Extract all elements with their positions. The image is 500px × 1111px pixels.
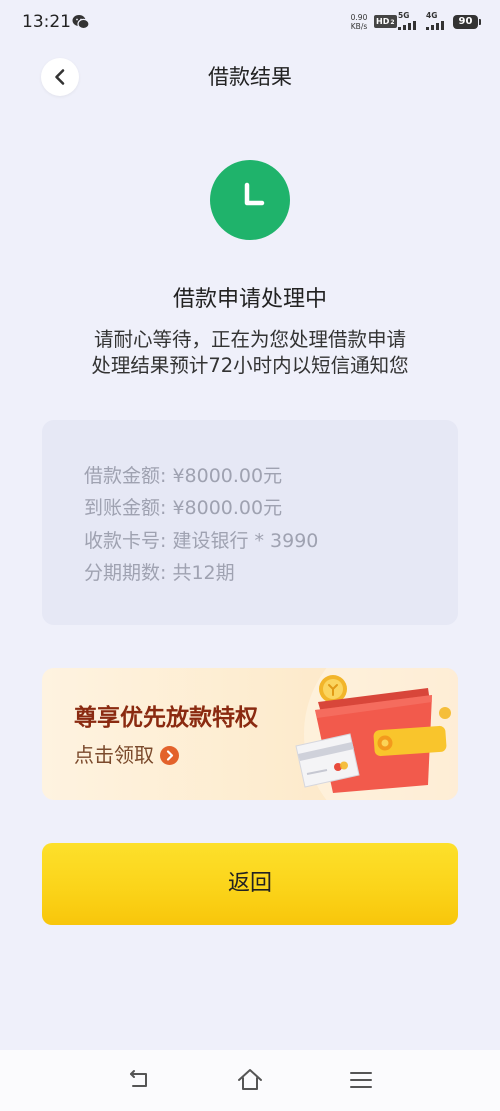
hd-label: HD bbox=[376, 17, 390, 26]
wallet-card-coin-illustration bbox=[295, 668, 458, 800]
signal-4g-label: 4G bbox=[426, 11, 438, 20]
detail-row-installments: 分期期数: 共12期 bbox=[84, 560, 235, 586]
detail-label: 分期期数: bbox=[84, 562, 167, 584]
menu-icon[interactable] bbox=[347, 1066, 375, 1094]
detail-row-loan-amount: 借款金额: ¥8000.00元 bbox=[84, 463, 282, 489]
result-message-line-1: 请耐心等待，正在为您处理借款申请 bbox=[93, 328, 406, 351]
signal-bars-icon bbox=[426, 21, 444, 30]
page-title: 借款结果 bbox=[208, 65, 292, 89]
promo-claim-link[interactable]: 点击领取 bbox=[74, 742, 179, 768]
status-bar-time: 13:21 bbox=[22, 12, 71, 32]
result-heading: 借款申请处理中 bbox=[172, 287, 327, 312]
promo-cta-label: 点击领取 bbox=[74, 743, 154, 767]
detail-row-card-number: 收款卡号: 建设银行 * 3990 bbox=[84, 528, 318, 554]
network-speed-unit: KB/s bbox=[350, 22, 368, 31]
result-message-line-2: 处理结果预计72小时内以短信通知您 bbox=[91, 354, 409, 377]
wechat-icon bbox=[72, 15, 90, 30]
detail-value: ¥8000.00元 bbox=[172, 497, 283, 519]
system-nav-bar bbox=[0, 1050, 500, 1111]
detail-row-received-amount: 到账金额: ¥8000.00元 bbox=[84, 495, 282, 521]
signal-bars-icon bbox=[398, 21, 416, 30]
network-speed: 0.90 KB/s bbox=[348, 13, 370, 31]
signal-5g-label: 5G bbox=[398, 11, 410, 20]
detail-label: 收款卡号: bbox=[84, 530, 167, 552]
loan-details-card bbox=[42, 420, 458, 625]
home-icon[interactable] bbox=[236, 1066, 264, 1094]
coin-icon bbox=[319, 675, 347, 703]
detail-label: 借款金额: bbox=[84, 465, 167, 487]
return-button[interactable]: 返回 bbox=[42, 843, 458, 925]
promo-title: 尊享优先放款特权 bbox=[74, 705, 258, 731]
signal-4g: 4G bbox=[426, 11, 450, 30]
detail-value: ¥8000.00元 bbox=[172, 465, 283, 487]
battery-indicator: 90 bbox=[453, 15, 481, 29]
hd-badge: HD2 bbox=[374, 15, 397, 28]
detail-label: 到账金额: bbox=[84, 497, 167, 519]
arrow-right-circle-icon bbox=[160, 746, 179, 765]
hd-sub: 2 bbox=[390, 19, 395, 26]
signal-5g: 5G bbox=[398, 11, 422, 30]
back-icon[interactable] bbox=[125, 1066, 153, 1094]
clock-icon bbox=[210, 160, 290, 240]
priority-loan-promo-card[interactable]: 尊享优先放款特权 点击领取 bbox=[42, 668, 458, 800]
small-coin-icon bbox=[439, 707, 451, 719]
network-speed-value: 0.90 bbox=[350, 13, 368, 22]
detail-value: 建设银行 * 3990 bbox=[172, 530, 319, 552]
detail-value: 共12期 bbox=[172, 562, 235, 584]
